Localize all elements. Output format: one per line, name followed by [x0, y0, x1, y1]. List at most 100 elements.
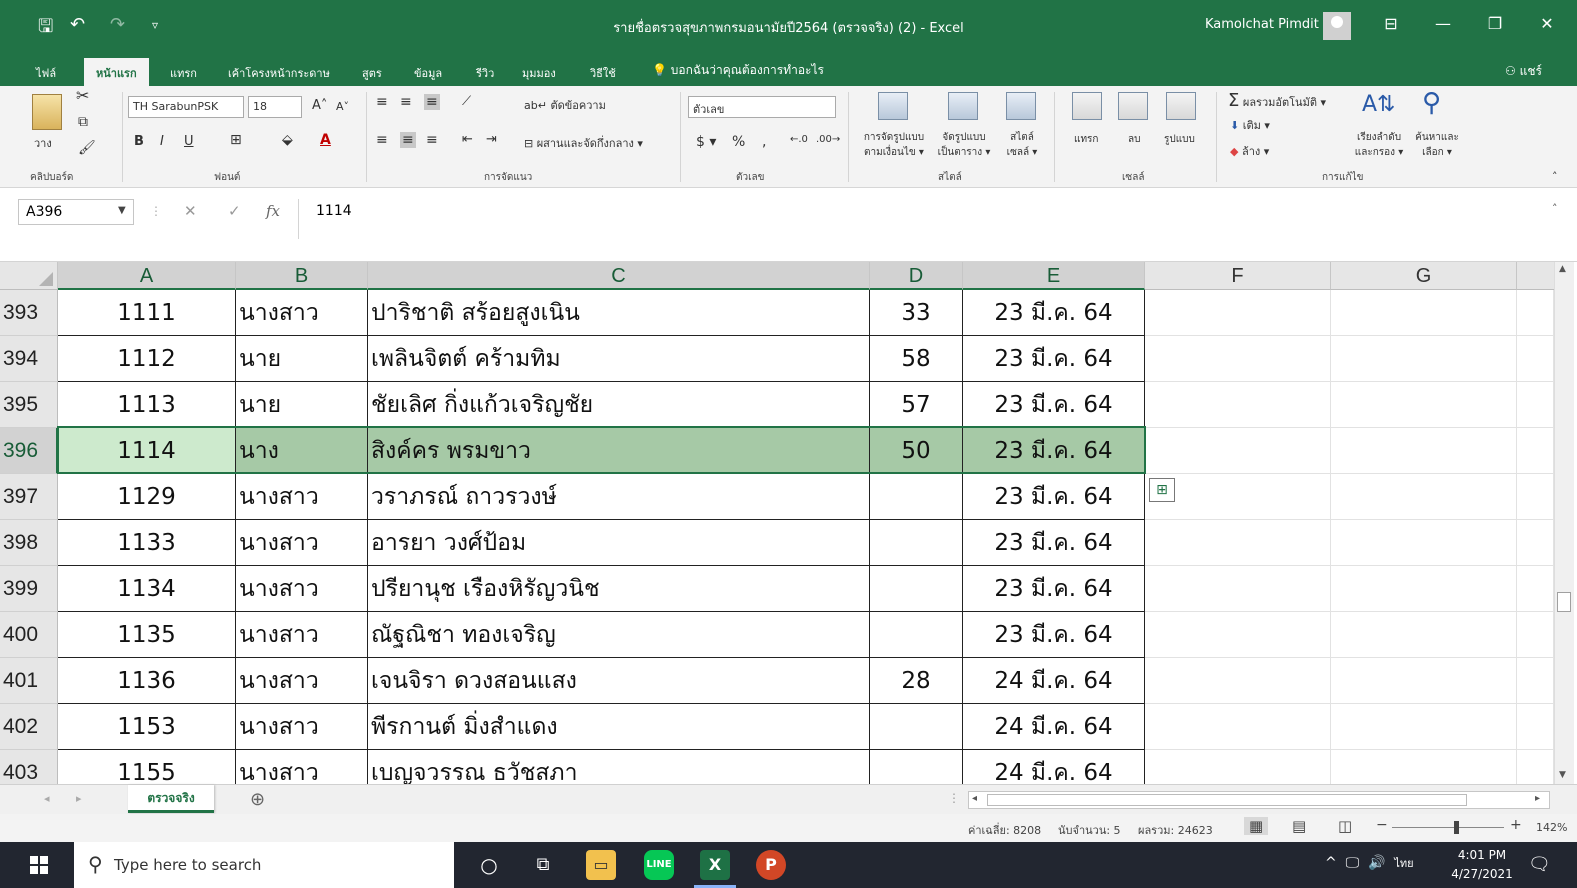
- row-header[interactable]: 397: [0, 474, 58, 520]
- percent-icon[interactable]: %: [732, 134, 745, 150]
- tab-split-handle[interactable]: ⋮: [948, 791, 960, 805]
- collapse-ribbon-icon[interactable]: ˄: [1552, 170, 1558, 183]
- row-header[interactable]: 396: [0, 428, 58, 474]
- tab-data[interactable]: ข้อมูล: [414, 64, 442, 82]
- align-left-icon[interactable]: ≡: [376, 132, 388, 148]
- powerpoint-taskbar-icon[interactable]: P: [756, 850, 786, 880]
- bold-button[interactable]: B: [134, 134, 144, 149]
- insert-cells-button[interactable]: แทรก: [1074, 132, 1098, 147]
- cut-icon[interactable]: ✂: [76, 86, 89, 105]
- name-box-dropdown-icon[interactable]: ▼: [118, 205, 126, 216]
- cancel-icon[interactable]: ✕: [184, 202, 197, 220]
- align-right-icon[interactable]: ≡: [426, 132, 438, 148]
- zoom-out-icon[interactable]: −: [1376, 817, 1388, 833]
- format-as-table-button[interactable]: จัดรูปแบบ เป็นตาราง ▾: [934, 130, 994, 160]
- cell-b[interactable]: นางสาว: [236, 566, 368, 612]
- currency-icon[interactable]: $ ▾: [696, 134, 716, 150]
- expand-formula-icon[interactable]: ˄: [1552, 202, 1558, 215]
- format-as-table-icon[interactable]: [948, 92, 978, 120]
- sheet-tab-active[interactable]: ตรวจจริง: [128, 785, 214, 813]
- cell-g[interactable]: [1331, 750, 1517, 784]
- cell-d[interactable]: [870, 750, 963, 784]
- cell-d[interactable]: 57: [870, 382, 963, 428]
- row-header[interactable]: 400: [0, 612, 58, 658]
- cell-a[interactable]: 1135: [58, 612, 236, 658]
- cell-filler[interactable]: [1517, 750, 1554, 784]
- horizontal-scrollbar[interactable]: ◂ ▸: [968, 791, 1550, 809]
- cell-c[interactable]: เพลินจิตต์ คร้ามทิม: [368, 336, 870, 382]
- cell-f[interactable]: [1145, 750, 1331, 784]
- zoom-slider[interactable]: [1392, 827, 1504, 828]
- cell-f[interactable]: [1145, 290, 1331, 336]
- cell-filler[interactable]: [1517, 474, 1554, 520]
- normal-view-icon[interactable]: ▦: [1244, 817, 1269, 835]
- cell-d[interactable]: [870, 474, 963, 520]
- number-format-combo[interactable]: ตัวเลข: [688, 96, 836, 118]
- cell-c[interactable]: สิงค์คร พรมขาว: [368, 428, 870, 474]
- cell-f[interactable]: [1145, 566, 1331, 612]
- cell-d[interactable]: [870, 612, 963, 658]
- column-header-g[interactable]: G: [1331, 262, 1517, 290]
- cell-a[interactable]: 1155: [58, 750, 236, 784]
- share-button[interactable]: ⚇ แชร์: [1505, 62, 1542, 81]
- cell-g[interactable]: [1331, 704, 1517, 750]
- indent-increase-icon[interactable]: ⇥: [486, 132, 497, 147]
- orientation-icon[interactable]: ⟋: [462, 94, 471, 109]
- insert-cells-icon[interactable]: [1072, 92, 1102, 120]
- cell-g[interactable]: [1331, 520, 1517, 566]
- format-cells-button[interactable]: รูปแบบ: [1164, 132, 1195, 147]
- tab-insert[interactable]: แทรก: [170, 64, 197, 82]
- column-header-b[interactable]: B: [236, 262, 368, 290]
- cell-c[interactable]: ณัฐณิชา ทองเจริญ: [368, 612, 870, 658]
- column-header-f[interactable]: F: [1145, 262, 1331, 290]
- cell-g[interactable]: [1331, 382, 1517, 428]
- clear-button[interactable]: ◆ ล้าง ▾: [1230, 142, 1269, 160]
- cell-c[interactable]: พีรกานต์ มิ่งสำแดง: [368, 704, 870, 750]
- cell-g[interactable]: [1331, 474, 1517, 520]
- cell-f[interactable]: [1145, 658, 1331, 704]
- tab-help[interactable]: วิธีใช้: [590, 64, 616, 82]
- page-break-view-icon[interactable]: ◫: [1338, 817, 1352, 835]
- decrease-font-icon[interactable]: A˅: [336, 100, 349, 113]
- align-top-icon[interactable]: ≡: [376, 94, 388, 110]
- cell-g[interactable]: [1331, 658, 1517, 704]
- cell-e[interactable]: 23 มี.ค. 64: [963, 612, 1145, 658]
- page-layout-view-icon[interactable]: ▤: [1292, 817, 1306, 835]
- add-sheet-icon[interactable]: ⊕: [250, 789, 265, 810]
- ribbon-display-options-icon[interactable]: ⊟: [1376, 14, 1406, 33]
- cell-c[interactable]: อารยา วงศ์ป้อม: [368, 520, 870, 566]
- start-button[interactable]: [0, 842, 74, 888]
- copy-icon[interactable]: ⧉: [78, 114, 88, 130]
- cell-e[interactable]: 23 มี.ค. 64: [963, 474, 1145, 520]
- tab-formulas[interactable]: สูตร: [362, 64, 382, 82]
- cortana-icon[interactable]: ○: [474, 850, 504, 880]
- cell-filler[interactable]: [1517, 336, 1554, 382]
- delete-cells-icon[interactable]: [1118, 92, 1148, 120]
- user-name[interactable]: Kamolchat Pimdit: [1205, 17, 1319, 32]
- vertical-scrollbar[interactable]: ▲ ▼: [1554, 262, 1574, 784]
- cell-filler[interactable]: [1517, 520, 1554, 566]
- cell-f[interactable]: [1145, 382, 1331, 428]
- increase-font-icon[interactable]: A˄: [312, 98, 327, 113]
- cell-c[interactable]: ปรียานุช เรืองหิรัญวนิช: [368, 566, 870, 612]
- cell-f[interactable]: [1145, 520, 1331, 566]
- task-view-icon[interactable]: ⧉: [528, 850, 558, 880]
- tab-view[interactable]: มุมมอง: [522, 64, 556, 82]
- row-header[interactable]: 401: [0, 658, 58, 704]
- cell-b[interactable]: นาง: [236, 428, 368, 474]
- cell-styles-button[interactable]: สไตล์ เซลล์ ▾: [1002, 130, 1042, 160]
- wrap-text-button[interactable]: ab↵ ตัดข้อความ: [524, 96, 606, 114]
- delete-cells-button[interactable]: ลบ: [1128, 132, 1140, 147]
- cell-b[interactable]: นางสาว: [236, 520, 368, 566]
- formula-input[interactable]: 1114: [298, 199, 1568, 239]
- cell-b[interactable]: นางสาว: [236, 474, 368, 520]
- cell-e[interactable]: 23 มี.ค. 64: [963, 566, 1145, 612]
- cell-e[interactable]: 24 มี.ค. 64: [963, 750, 1145, 784]
- cell-b[interactable]: นาย: [236, 336, 368, 382]
- cell-d[interactable]: [870, 520, 963, 566]
- row-header[interactable]: 394: [0, 336, 58, 382]
- restore-button[interactable]: ❐: [1480, 14, 1510, 33]
- cell-e[interactable]: 23 มี.ค. 64: [963, 290, 1145, 336]
- fill-color-icon[interactable]: ⬙: [282, 132, 293, 148]
- cell-f[interactable]: [1145, 612, 1331, 658]
